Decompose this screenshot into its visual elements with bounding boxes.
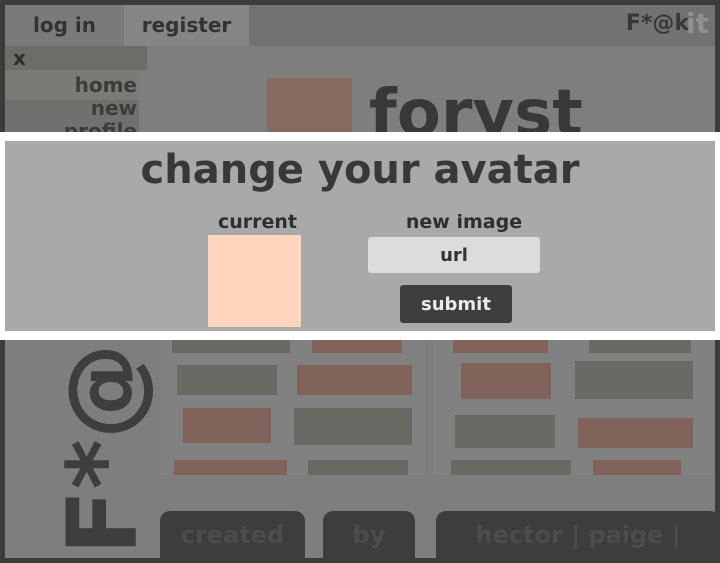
avatar-modal: change your avatar current new image sub… <box>0 132 720 340</box>
modal-title: change your avatar <box>140 147 580 193</box>
current-avatar-label: current <box>217 211 298 233</box>
screen: log in register F*@k it x home new profi… <box>0 0 720 563</box>
avatar-modal-body: change your avatar current new image sub… <box>5 141 715 331</box>
avatar-url-input[interactable] <box>368 237 540 273</box>
submit-button[interactable]: submit <box>400 285 512 323</box>
current-avatar <box>208 235 301 327</box>
new-image-label: new image <box>405 211 523 233</box>
